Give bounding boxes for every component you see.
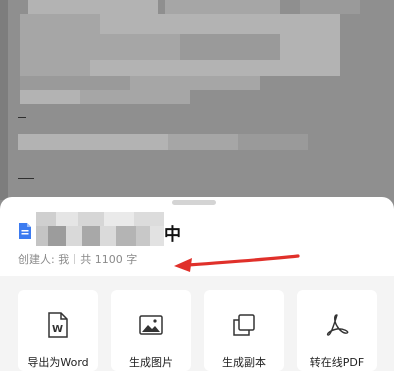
action-label: 转在线PDF xyxy=(309,356,365,369)
document-title-redacted xyxy=(36,212,164,246)
action-label: 生成副本 xyxy=(222,356,266,369)
action-label: 生成图片 xyxy=(129,356,173,369)
export-word-button[interactable]: W 导出为Word xyxy=(18,290,98,371)
generate-copy-button[interactable]: 生成副本 xyxy=(204,290,284,371)
background-document xyxy=(0,0,394,200)
sheet-drag-handle[interactable] xyxy=(172,200,216,205)
left-edge xyxy=(0,0,8,200)
image-icon xyxy=(111,312,191,338)
copy-icon xyxy=(204,312,284,338)
word-icon: W xyxy=(18,312,98,338)
annotation-arrow xyxy=(174,254,300,272)
convert-pdf-button[interactable]: 转在线PDF xyxy=(297,290,377,371)
document-title-suffix: 中 xyxy=(164,225,181,245)
doc-icon xyxy=(19,223,31,239)
word-count: 共 1100 字 xyxy=(80,253,138,266)
creator-label: 创建人: 我 xyxy=(18,253,70,266)
pdf-icon xyxy=(297,312,377,338)
svg-text:W: W xyxy=(52,324,63,335)
action-label: 导出为Word xyxy=(27,356,89,369)
action-grid: W 导出为Word 生成图片 生成副本 转在线PDF xyxy=(0,282,394,371)
meta-separator xyxy=(74,254,76,264)
document-meta: 创建人: 我共 1100 字 xyxy=(18,251,137,267)
generate-image-button[interactable]: 生成图片 xyxy=(111,290,191,371)
